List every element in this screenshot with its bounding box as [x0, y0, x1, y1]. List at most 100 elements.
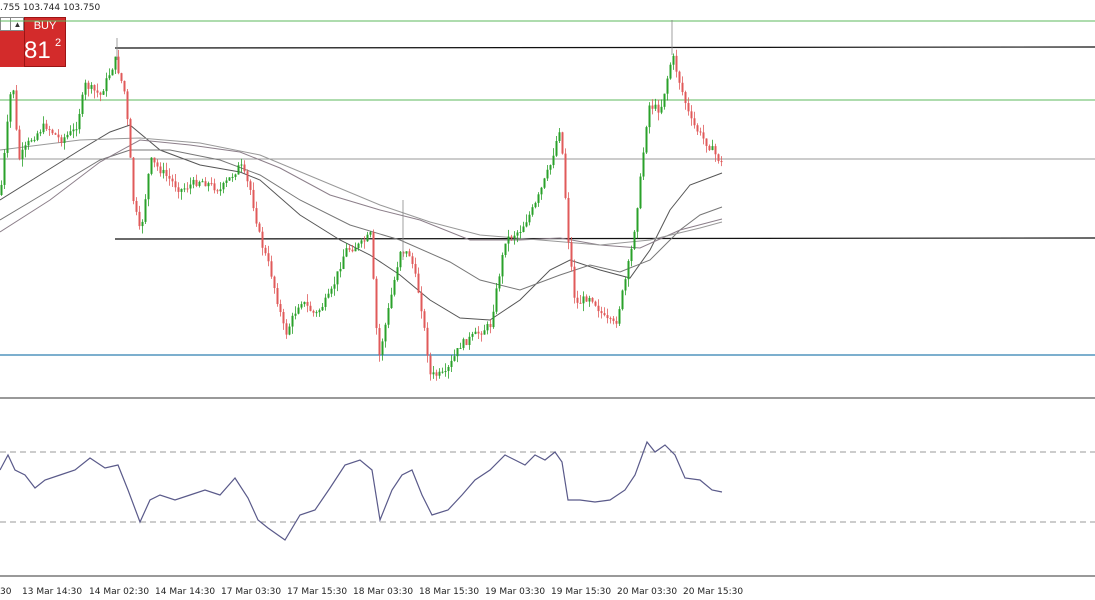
- candle-body: [348, 248, 351, 250]
- candle-body: [303, 301, 306, 305]
- candle-body: [534, 202, 537, 208]
- candle-body: [696, 125, 699, 132]
- candle-body: [261, 231, 264, 248]
- candle-body: [276, 288, 279, 305]
- candle-body: [411, 256, 414, 264]
- candle-body: [24, 145, 27, 150]
- candle-body: [468, 336, 471, 345]
- time-label: 13 Mar 14:30: [22, 587, 82, 597]
- candle-body: [381, 341, 384, 355]
- candle-body: [42, 123, 45, 133]
- candle-body: [192, 179, 195, 185]
- candle-body: [477, 331, 480, 334]
- candle-body: [201, 181, 204, 183]
- candle-body: [588, 297, 591, 302]
- candle-body: [123, 80, 126, 92]
- candle-body: [243, 164, 246, 172]
- candle-body: [690, 111, 693, 119]
- candle-body: [444, 371, 447, 373]
- candle-body: [621, 290, 624, 310]
- candle-body: [633, 231, 636, 249]
- candle-body: [540, 187, 543, 195]
- candle-body: [672, 55, 675, 65]
- candle-body: [615, 320, 618, 324]
- candle-body: [705, 138, 708, 146]
- candle-body: [543, 178, 546, 188]
- time-label: 20 Mar 03:30: [617, 587, 677, 597]
- candle-body: [189, 184, 192, 189]
- candle-body: [576, 297, 579, 303]
- candle-body: [15, 90, 18, 130]
- candle-body: [393, 279, 396, 295]
- candle-body: [282, 312, 285, 324]
- candle-body: [645, 127, 648, 153]
- candle-body: [417, 273, 420, 293]
- candle-body: [168, 175, 171, 179]
- candle-body: [708, 145, 711, 151]
- candle-body: [480, 333, 483, 335]
- candle-body: [717, 154, 720, 162]
- candle-body: [699, 131, 702, 133]
- candle-body: [552, 155, 555, 166]
- candle-body: [81, 94, 84, 114]
- candle-body: [207, 183, 210, 187]
- candle-body: [342, 256, 345, 269]
- candle-body: [318, 310, 321, 313]
- price-chart[interactable]: 30 13 Mar 14:30 14 Mar 02:30 14 Mar 14:3…: [0, 0, 1095, 600]
- candle-body: [387, 308, 390, 325]
- candlesticks: [0, 20, 723, 381]
- candle-body: [654, 104, 657, 109]
- candle-body: [108, 75, 111, 79]
- candle-body: [462, 339, 465, 348]
- candle-body: [171, 178, 174, 182]
- candle-body: [57, 134, 60, 138]
- candle-body: [357, 243, 360, 249]
- candle-body: [504, 243, 507, 255]
- candle-body: [273, 276, 276, 289]
- candle-body: [69, 131, 72, 135]
- candle-body: [111, 69, 114, 76]
- candle-body: [591, 297, 594, 302]
- candle-body: [528, 214, 531, 223]
- candle-body: [198, 181, 201, 186]
- candle-body: [702, 132, 705, 139]
- candle-body: [372, 232, 375, 279]
- candle-body: [456, 348, 459, 357]
- candle-body: [501, 254, 504, 277]
- candle-body: [423, 311, 426, 328]
- candle-body: [426, 327, 429, 356]
- candle-body: [447, 366, 450, 372]
- moving-average-long: [0, 137, 723, 246]
- candle-body: [174, 181, 177, 188]
- candle-body: [354, 248, 357, 252]
- candle-body: [27, 140, 30, 146]
- candle-body: [285, 323, 288, 335]
- candle-body: [510, 236, 513, 239]
- candle-body: [264, 247, 267, 254]
- candle-body: [225, 180, 228, 183]
- candle-body: [333, 284, 336, 289]
- candle-body: [294, 313, 297, 316]
- candle-body: [219, 189, 222, 192]
- candle-body: [165, 169, 168, 176]
- candle-body: [105, 78, 108, 92]
- candle-body: [93, 85, 96, 91]
- candle-body: [525, 222, 528, 227]
- candle-body: [162, 169, 165, 174]
- candle-body: [405, 251, 408, 254]
- time-label: 19 Mar 03:30: [485, 587, 545, 597]
- candle-body: [441, 371, 444, 373]
- candle-body: [84, 82, 87, 95]
- candle-body: [186, 188, 189, 190]
- candle-body: [246, 171, 249, 182]
- candle-body: [585, 296, 588, 302]
- candle-body: [420, 292, 423, 312]
- candle-body: [0, 184, 3, 195]
- candle-body: [240, 164, 243, 166]
- candle-body: [639, 176, 642, 209]
- candle-body: [570, 242, 573, 267]
- candle-body: [102, 91, 105, 95]
- candle-body: [663, 93, 666, 107]
- candle-body: [714, 146, 717, 155]
- candle-body: [429, 355, 432, 375]
